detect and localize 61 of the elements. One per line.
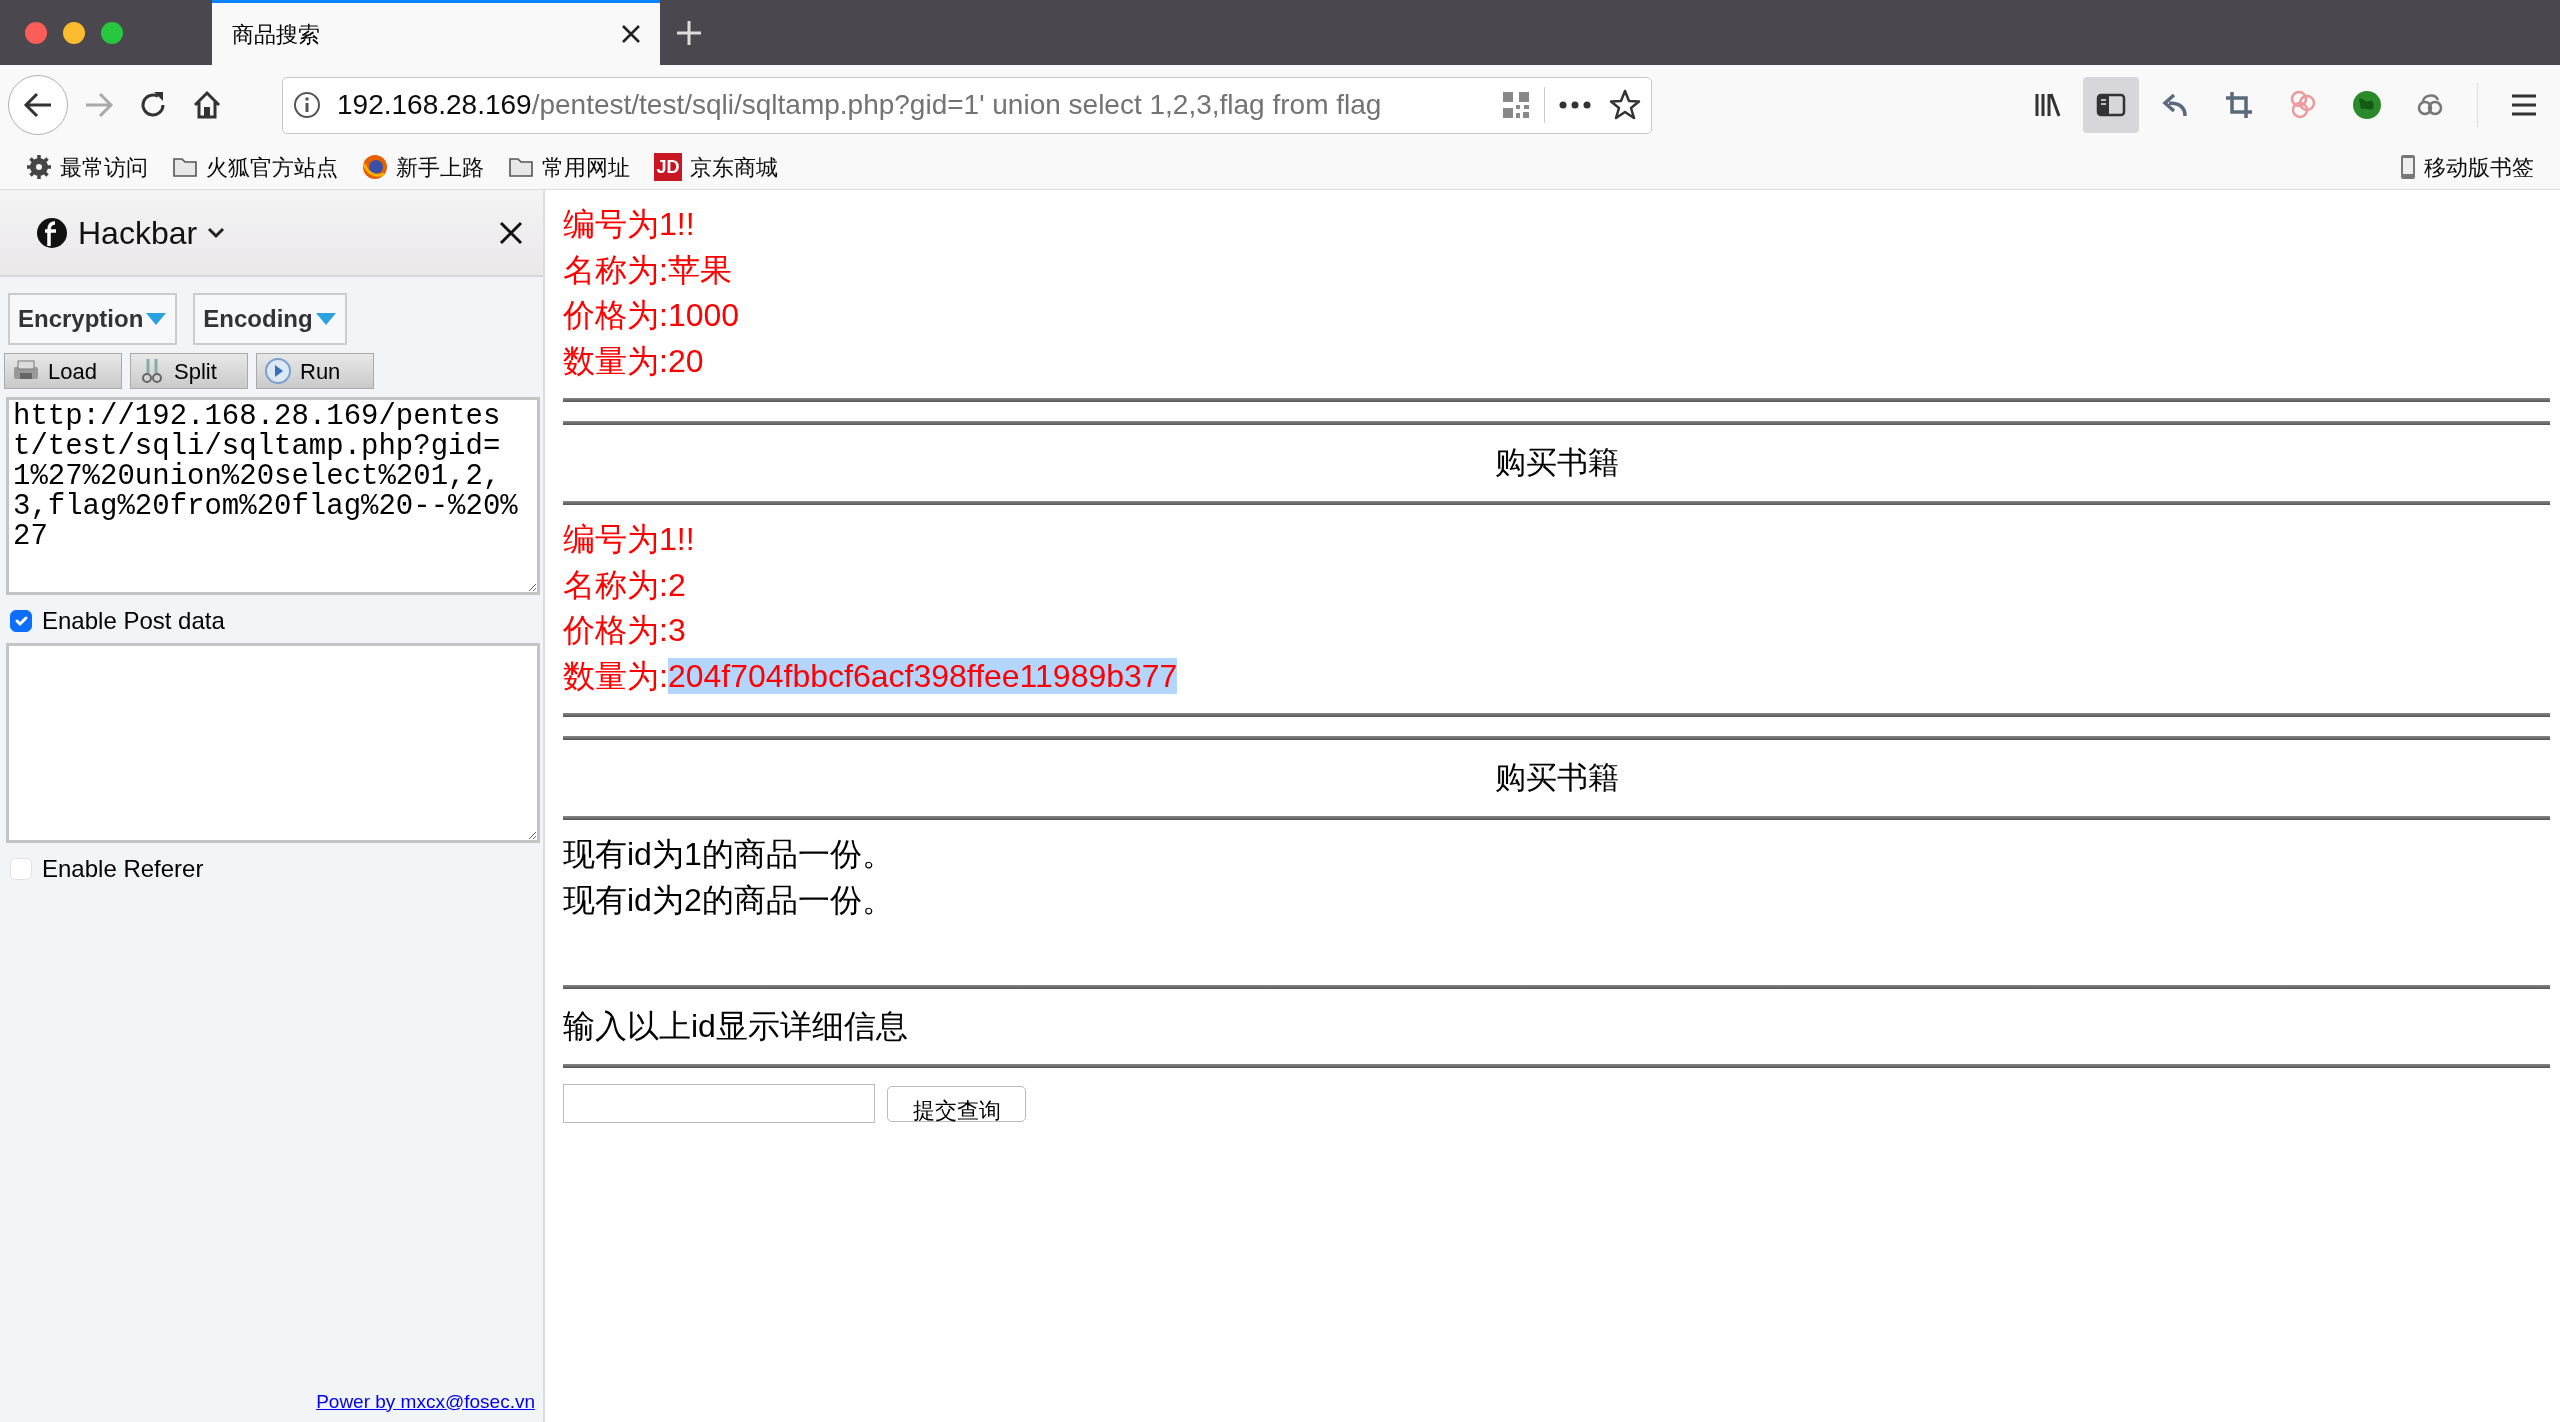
url-path: /pentest/test/sqli/sqltamp.php?gid=1' union select 1,2,3,flag from flag — [531, 88, 1382, 122]
minimize-window-icon[interactable] — [63, 21, 85, 44]
caret-icon — [145, 312, 168, 326]
bookmark[interactable]: 新手上路 — [350, 150, 496, 184]
caret-icon — [314, 312, 337, 326]
bookmark[interactable]: 最常访问 — [14, 150, 160, 184]
play-icon — [264, 357, 292, 385]
close-window-icon[interactable] — [25, 21, 47, 44]
toolbar-button[interactable]: Split — [130, 353, 248, 389]
checkbox-label: Enable Referer — [42, 854, 204, 884]
chevron-down-icon — [207, 226, 226, 239]
text-line: 现有id为2的商品一份。 — [563, 880, 895, 920]
maximize-window-icon[interactable] — [101, 21, 123, 44]
checkbox-label: Enable Post data — [42, 606, 225, 636]
browser-tab[interactable]: 商品搜索 — [212, 0, 660, 65]
close-icon[interactable] — [620, 23, 642, 45]
bookmark[interactable]: JD 京东商城 — [642, 150, 790, 184]
home-icon[interactable] — [192, 90, 222, 120]
prompt-text: 输入以上id显示详细信息 — [563, 1007, 909, 1046]
close-icon[interactable] — [499, 220, 523, 245]
post-data-field[interactable] — [6, 643, 540, 843]
section-heading: 购买书籍 — [1493, 759, 1620, 797]
tab-title: 商品搜索 — [232, 20, 320, 49]
crop-icon[interactable] — [2223, 89, 2255, 121]
back-arrow-icon — [23, 92, 53, 118]
submit-button[interactable]: 提交查询 — [887, 1085, 1026, 1122]
qr-code-icon[interactable] — [1502, 91, 1530, 119]
url-host: 192.168.28.169 — [337, 88, 532, 122]
menu-icon[interactable] — [2510, 93, 2538, 117]
logo-icon: JD — [654, 153, 682, 181]
checkbox[interactable] — [10, 610, 32, 632]
record-line: 编号为1!! — [563, 520, 696, 559]
bookmark[interactable]: 常用网址 — [496, 150, 642, 184]
globe-icon[interactable] — [2351, 89, 2383, 121]
info-icon — [293, 91, 321, 119]
record-line: 价格为:3 — [563, 611, 687, 650]
bookmark[interactable]: 移动版书签 — [2388, 150, 2546, 184]
globe-icon — [362, 154, 388, 180]
record-line: 数量为:20 — [563, 341, 705, 381]
plus-icon[interactable] — [676, 19, 702, 46]
credit-link[interactable]: Power by mxcx@fosec.vn — [316, 1387, 535, 1416]
bookmark[interactable]: 火狐官方站点 — [160, 150, 350, 184]
record-line: 价格为:1000 — [563, 296, 741, 335]
section-heading: 购买书籍 — [1493, 444, 1620, 482]
record-line: 名称为:2 — [563, 565, 687, 605]
toolbar-button[interactable]: Load — [4, 353, 122, 389]
dropdown-menu-button[interactable]: Encoding — [193, 293, 347, 345]
star-icon[interactable] — [1609, 89, 1641, 121]
record-line: 编号为1!! — [563, 205, 696, 244]
gear-icon — [26, 154, 52, 180]
toolbar-button[interactable]: Run — [256, 353, 374, 389]
record-line: 数量为:204f704fbbcf6acf398ffee11989b377 — [563, 656, 1179, 696]
more-icon[interactable] — [1559, 101, 1591, 109]
phone-icon — [2400, 154, 2416, 180]
text-line: 现有id为1的商品一份。 — [563, 835, 895, 874]
dropdown-menu-button[interactable]: Encryption — [8, 293, 178, 345]
url-input-field[interactable]: http://192.168.28.169/pentest/test/sqli/sqltamp.php?gid=1%27%20union%20select%201,2,3,flag%20from%20flag%20--%20%27 — [6, 397, 540, 595]
id-input-field[interactable] — [563, 1084, 875, 1123]
address-bar[interactable]: 192.168.28.169/pentest/test/sqli/sqltamp.php?gid=1' union select 1,2,3,flag from flag — [282, 76, 1652, 134]
record-line: 名称为:苹果 — [563, 250, 733, 290]
logo-icon — [36, 215, 68, 250]
